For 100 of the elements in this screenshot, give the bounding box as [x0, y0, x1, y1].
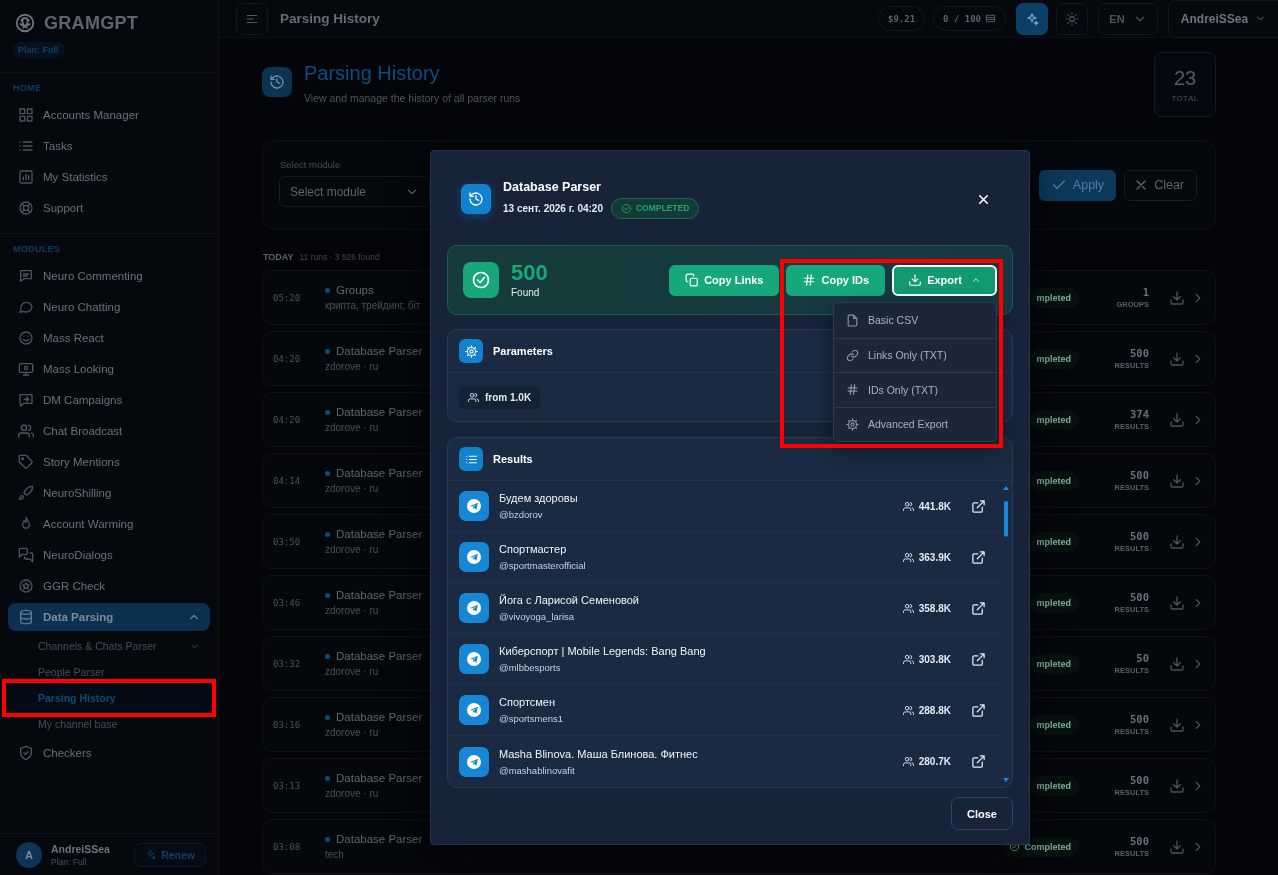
download-button[interactable] — [1169, 350, 1185, 367]
status-badge: mpleted — [1030, 775, 1079, 796]
status-dot — [325, 653, 330, 659]
open-link-button[interactable] — [971, 651, 986, 667]
status-badge: mpleted — [1030, 409, 1079, 430]
close-button[interactable]: Close — [951, 797, 1013, 830]
nav-item[interactable]: Neuro Commenting — [8, 260, 210, 291]
quota-pill: 0 / 100 — [933, 6, 1006, 31]
menu-button[interactable] — [236, 2, 268, 35]
chevron-up-icon — [971, 275, 981, 285]
subscriber-count: 441.8K — [918, 500, 951, 512]
nav-item[interactable]: Tasks — [8, 130, 210, 161]
nav-subitem[interactable]: My channel base — [8, 711, 210, 737]
ai-button[interactable] — [1016, 2, 1048, 35]
result-count: 1 — [1141, 286, 1149, 298]
download-icon — [1169, 777, 1185, 794]
nav-item[interactable]: Checkers — [8, 737, 210, 768]
result-row[interactable]: Masha Blinova. Маша Блинова. Фитнес @mashablinovafit 280.7K — [448, 736, 1000, 787]
module-select[interactable]: Select module — [279, 176, 430, 207]
menu-item[interactable]: Advanced Export — [834, 406, 996, 441]
clear-button[interactable]: Clear — [1124, 169, 1197, 201]
nav-item[interactable]: Support — [8, 192, 210, 223]
open-link-button[interactable] — [971, 549, 986, 565]
open-link-button[interactable] — [971, 600, 986, 616]
download-button[interactable] — [1169, 655, 1185, 672]
nav-item[interactable]: Chat Broadcast — [8, 415, 210, 446]
channel-name: Masha Blinova. Маша Блинова. Фитнес — [499, 747, 698, 760]
nav-item[interactable]: Accounts Manager — [8, 99, 210, 130]
scrollbar[interactable] — [1003, 485, 1009, 783]
run-name: Database Parser — [336, 345, 423, 357]
menu-item[interactable]: Basic CSV — [834, 303, 996, 338]
users-icon — [18, 422, 34, 439]
download-button[interactable] — [1169, 594, 1185, 611]
logo-icon — [14, 12, 36, 34]
nav-item[interactable]: My Statistics — [8, 161, 210, 192]
open-link-button[interactable] — [971, 754, 986, 769]
nav-item[interactable]: Data Parsing — [8, 603, 210, 631]
download-button[interactable] — [1169, 777, 1185, 794]
run-name: Database Parser — [336, 650, 423, 662]
open-link-button[interactable] — [971, 498, 986, 514]
nav-item[interactable]: Story Mentions — [8, 446, 210, 477]
run-detail: tech — [325, 849, 345, 860]
download-button[interactable] — [1169, 716, 1185, 733]
result-row[interactable]: Спортсмен @sportsmens1 288.8K — [448, 685, 1000, 736]
user-dropdown[interactable]: AndreiSSea — [1168, 0, 1278, 38]
nav-item[interactable]: NeuroDialogs — [8, 539, 210, 570]
paper-plane-icon — [459, 593, 489, 623]
copy-button[interactable]: Copy Links — [669, 264, 780, 296]
download-button[interactable] — [1169, 838, 1185, 855]
result-count: 500 — [1129, 591, 1149, 603]
run-name: Database Parser — [336, 833, 423, 845]
nav-subitem[interactable]: Channels & Chats Parser — [8, 633, 210, 659]
nav-item[interactable]: DM Campaigns — [8, 384, 210, 415]
download-icon — [1169, 289, 1185, 306]
nav-item[interactable]: Mass React — [8, 322, 210, 353]
result-count: 500 — [1129, 469, 1149, 481]
menu-item[interactable]: Links Only (TXT) — [834, 337, 996, 372]
total-label: TOTAL — [1171, 93, 1199, 103]
status-badge: COMPLETED — [610, 197, 700, 219]
subscriber-count: 303.8K — [918, 653, 951, 665]
result-row[interactable]: Йога с Ларисой Семеновой @vivoyoga_larisa 358.8K — [448, 583, 1000, 634]
run-time: 04:14 — [273, 475, 302, 486]
nav-item[interactable]: GGR Check — [8, 570, 210, 601]
nav-item[interactable]: Neuro Chatting — [8, 291, 210, 322]
nav-item[interactable]: NeuroShilling — [8, 477, 210, 508]
download-icon — [1169, 716, 1185, 733]
run-detail: zdorove · ru — [325, 666, 380, 677]
run-name: Database Parser — [336, 711, 423, 723]
copy-button[interactable]: Copy IDs — [786, 264, 886, 296]
run-name: Database Parser — [336, 528, 423, 540]
run-time: 03:08 — [273, 841, 302, 852]
theme-button[interactable] — [1056, 2, 1088, 35]
history-icon — [269, 74, 285, 90]
export-button[interactable]: Export — [892, 264, 997, 296]
download-button[interactable] — [1169, 289, 1185, 306]
channel-name: Киберспорт | Mobile Legends: Bang Bang — [499, 645, 706, 657]
smile-icon — [18, 329, 34, 346]
result-row[interactable]: Киберспорт | Mobile Legends: Bang Bang @mlbbesports 303.8K — [448, 634, 1000, 685]
run-detail: zdorove · ru — [325, 361, 380, 372]
run-name: Database Parser — [336, 406, 423, 418]
run-time: 04:20 — [273, 353, 302, 364]
section-title: HOME — [12, 83, 43, 95]
language-dropdown[interactable]: EN — [1098, 2, 1158, 35]
open-link-button[interactable] — [971, 702, 986, 718]
nav-item[interactable]: Mass Looking — [8, 353, 210, 384]
nav-subitem[interactable]: People Parser — [8, 659, 210, 685]
download-button[interactable] — [1169, 472, 1185, 489]
page-title: Parsing History — [280, 11, 380, 26]
paper-plane-icon — [459, 644, 489, 674]
download-icon — [1169, 533, 1185, 550]
menu-item[interactable]: IDs Only (TXT) — [834, 372, 996, 407]
result-row[interactable]: Будем здоровы @bzdorov 441.8K — [448, 481, 1000, 532]
nav-item[interactable]: Account Warming — [8, 508, 210, 539]
apply-button[interactable]: Apply — [1038, 169, 1117, 201]
download-button[interactable] — [1169, 533, 1185, 550]
result-row[interactable]: Спортмастер @sportmasterofficial 363.9K — [448, 532, 1000, 583]
download-button[interactable] — [1169, 411, 1185, 428]
link-icon — [846, 348, 859, 362]
subscriber-count: 280.7K — [918, 756, 951, 767]
message-icon — [18, 391, 34, 408]
